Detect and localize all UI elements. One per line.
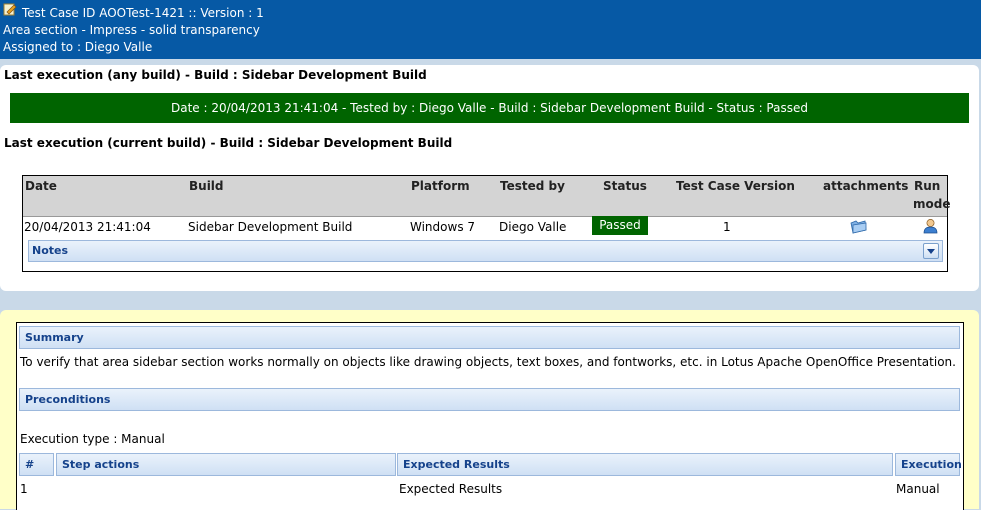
col-build: Build bbox=[189, 179, 224, 193]
test-case-header: Test Case ID AOOTest-1421 :: Version : 1… bbox=[0, 0, 981, 59]
steps-col-execution: Execution bbox=[895, 453, 962, 476]
test-case-title: Test Case ID AOOTest-1421 :: Version : 1 bbox=[22, 6, 264, 20]
last-execution-any-build: Last execution (any build) - Build : Sid… bbox=[4, 68, 427, 82]
row-tester: Diego Valle bbox=[499, 220, 567, 234]
row-date: 20/04/2013 21:41:04 bbox=[24, 220, 151, 234]
preconditions-label: Preconditions bbox=[25, 393, 111, 406]
col-mode: mode bbox=[913, 197, 951, 211]
status-badge: Passed bbox=[592, 216, 648, 235]
col-status: Status bbox=[603, 179, 647, 193]
col-tested-by: Tested by bbox=[500, 179, 565, 193]
assigned-to: Assigned to : Diego Valle bbox=[3, 40, 153, 54]
col-test-case-version: Test Case Version bbox=[676, 179, 795, 193]
execution-table-header: Date Build Platform Tested by Status Tes… bbox=[23, 176, 951, 217]
step-expected: Expected Results bbox=[399, 482, 503, 496]
chevron-down-icon[interactable] bbox=[923, 243, 939, 259]
step-number: 1 bbox=[20, 482, 28, 496]
preconditions-section-header[interactable]: Preconditions bbox=[19, 388, 960, 411]
last-execution-status-bar: Date : 20/04/2013 21:41:04 - Tested by :… bbox=[10, 93, 969, 123]
notes-panel-header[interactable]: Notes bbox=[28, 240, 943, 262]
area-section: Area section - Impress - solid transpare… bbox=[3, 23, 260, 37]
attachment-folder-icon[interactable] bbox=[850, 219, 867, 234]
summary-section-header[interactable]: Summary bbox=[19, 326, 960, 349]
notes-label: Notes bbox=[32, 244, 69, 257]
edit-icon[interactable] bbox=[3, 2, 17, 16]
col-date: Date bbox=[25, 179, 57, 193]
last-execution-current-build: Last execution (current build) - Build :… bbox=[4, 136, 453, 150]
col-platform: Platform bbox=[411, 179, 470, 193]
col-run: Run bbox=[914, 179, 941, 193]
row-build: Sidebar Development Build bbox=[188, 220, 353, 234]
summary-text: To verify that area sidebar section work… bbox=[20, 355, 956, 369]
col-attachments: attachments bbox=[823, 179, 909, 193]
steps-col-actions: Step actions bbox=[56, 453, 396, 476]
row-platform: Windows 7 bbox=[410, 220, 476, 234]
steps-col-expected: Expected Results bbox=[397, 453, 893, 476]
step-execution: Manual bbox=[896, 482, 940, 496]
row-version: 1 bbox=[723, 220, 731, 234]
execution-table: Date Build Platform Tested by Status Tes… bbox=[22, 175, 951, 272]
steps-col-number: # bbox=[19, 453, 54, 476]
run-mode-user-icon[interactable] bbox=[923, 218, 938, 234]
summary-label: Summary bbox=[25, 331, 84, 344]
execution-type: Execution type : Manual bbox=[20, 432, 165, 446]
